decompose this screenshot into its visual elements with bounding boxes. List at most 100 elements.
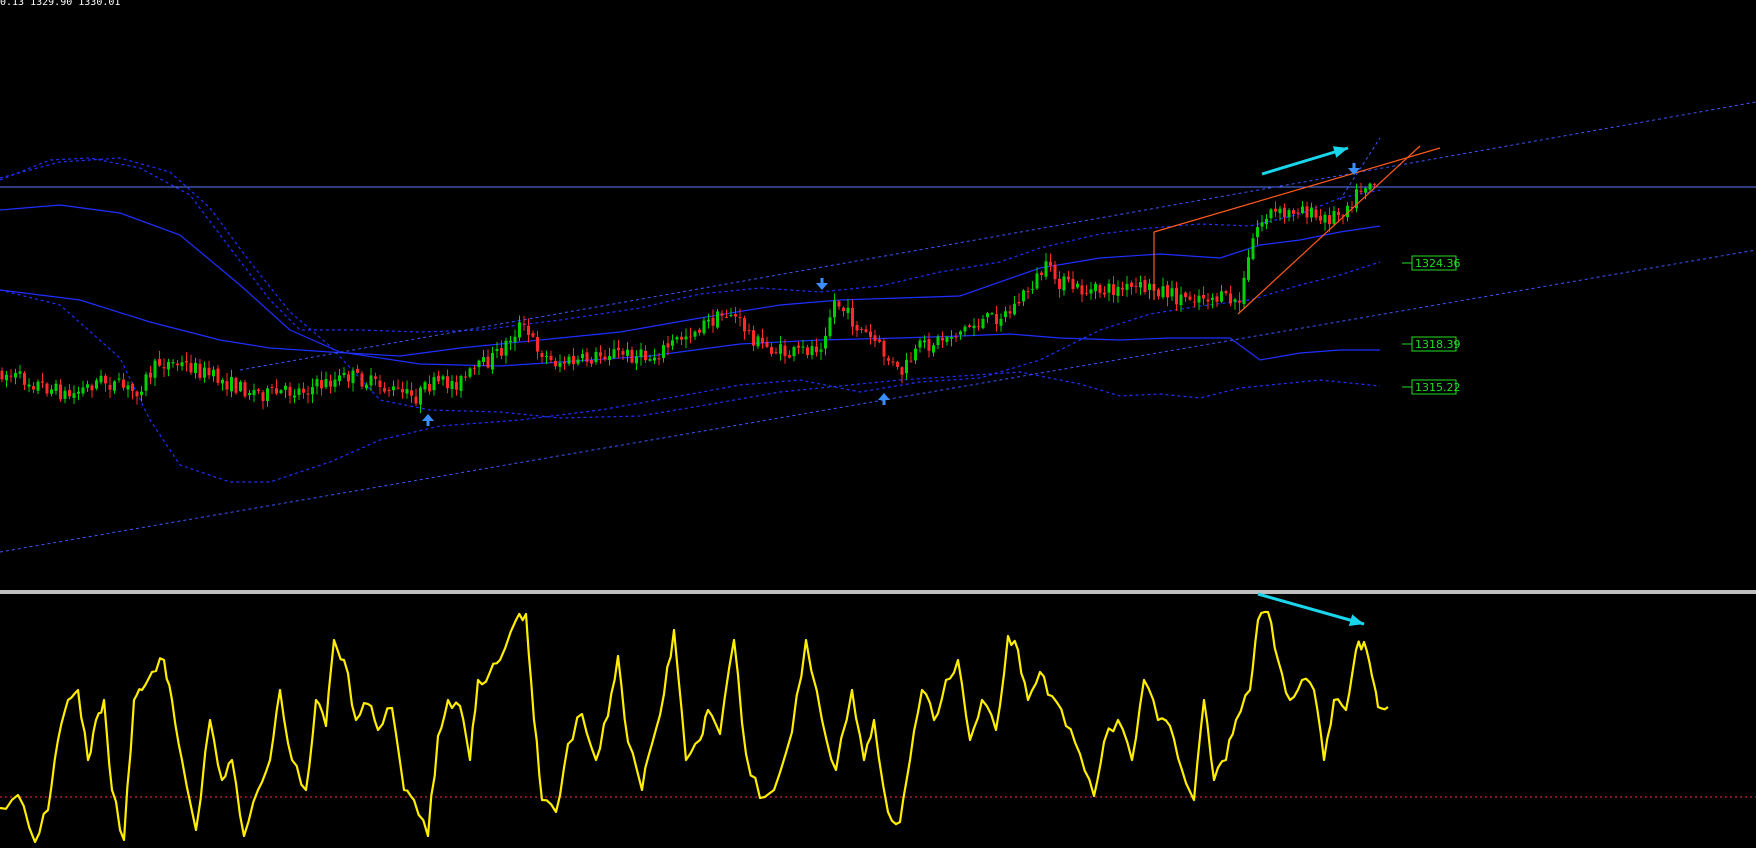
candle-body <box>135 391 139 397</box>
candle-body <box>698 329 701 333</box>
candle-body <box>1053 264 1057 280</box>
candle-body <box>608 355 611 361</box>
separator-bar <box>0 590 1756 594</box>
candle-body <box>986 313 989 318</box>
candle-body <box>396 387 400 389</box>
candle-body <box>378 380 382 388</box>
candle-body <box>968 325 971 328</box>
candle-body <box>806 347 809 355</box>
candle-body <box>311 387 314 395</box>
candle-body <box>675 337 679 340</box>
candle-body <box>306 393 310 395</box>
candle-body <box>977 326 980 328</box>
candle-body <box>702 320 706 334</box>
candle-body <box>1314 209 1318 218</box>
candle-body <box>225 381 229 390</box>
candle-body <box>1179 294 1183 306</box>
candle-body <box>774 352 778 354</box>
arrow-stem <box>882 399 886 405</box>
candle-body <box>851 307 854 327</box>
price-label-text: 1315.22 <box>1415 381 1461 394</box>
candle-body <box>648 359 652 361</box>
price-label: 1324.36 <box>1402 255 1461 271</box>
candle-body <box>419 387 422 405</box>
candle-body <box>1319 215 1322 221</box>
candle-body <box>0 370 4 380</box>
candle-body <box>756 336 760 347</box>
candle-body <box>198 363 202 378</box>
candle-body <box>1211 297 1214 300</box>
candle-body <box>81 387 85 394</box>
candle-body <box>9 375 13 377</box>
candle-body <box>531 333 535 337</box>
candle-body <box>486 356 490 368</box>
arrow-shaft <box>1257 592 1365 626</box>
candle-body <box>662 345 665 358</box>
candle-body <box>410 390 413 396</box>
candle-body <box>909 360 913 362</box>
arrow-head <box>422 414 434 421</box>
candle-body <box>671 340 674 346</box>
candle-body <box>176 363 179 366</box>
candle-body <box>1116 286 1120 296</box>
candle-body <box>450 381 454 389</box>
candle-body <box>315 379 319 387</box>
candle-body <box>824 335 827 349</box>
candle-body <box>1337 212 1340 216</box>
candle-body <box>63 390 67 399</box>
candle-body <box>837 301 841 307</box>
candle-body <box>414 396 418 404</box>
candle-body <box>1328 215 1331 225</box>
candle-body <box>518 322 521 338</box>
candle-body <box>1170 288 1174 297</box>
candle-body <box>558 362 562 367</box>
candle-body <box>32 386 35 390</box>
candle-body <box>401 388 404 393</box>
candle-body <box>18 371 22 374</box>
candle-body <box>833 300 836 318</box>
candle-body <box>707 319 710 322</box>
candle-body <box>459 375 463 391</box>
candle-body <box>1265 218 1268 225</box>
candle-body <box>455 382 458 390</box>
candle-body <box>1062 276 1066 291</box>
candle-body <box>792 347 796 357</box>
candle-body <box>45 383 49 394</box>
candle-body <box>545 355 548 357</box>
candle-body <box>405 389 409 394</box>
candle-body <box>887 358 890 361</box>
candle-body <box>716 311 719 328</box>
candle-body <box>1238 300 1241 303</box>
candle-body <box>432 377 436 391</box>
candle-body <box>1071 278 1075 289</box>
candle-body <box>212 369 215 377</box>
candle-body <box>1283 207 1286 218</box>
price-label-text: 1318.39 <box>1415 338 1461 351</box>
candle-body <box>23 373 26 385</box>
candle-body <box>1287 210 1291 218</box>
candle-body <box>603 356 607 360</box>
candle-body <box>221 379 224 384</box>
wedge-upper-line <box>1153 147 1441 233</box>
candle-body <box>810 346 814 356</box>
candle-body <box>50 389 53 394</box>
candle-body <box>981 318 985 329</box>
pane-separator[interactable] <box>0 590 1756 594</box>
candle-body <box>77 391 80 394</box>
candle-body <box>1080 285 1084 295</box>
candle-body <box>504 340 508 356</box>
candle-body <box>963 326 967 332</box>
candle-body <box>927 339 931 351</box>
candle-body <box>261 392 265 401</box>
candle-body <box>1175 287 1178 305</box>
candle-body <box>1094 283 1097 292</box>
candle-body <box>95 380 98 389</box>
candle-body <box>1008 311 1012 314</box>
candle-body <box>873 335 877 342</box>
price-labels: 1324.36 1318.39 1315.22 <box>1402 255 1461 395</box>
buy-signal-arrow <box>878 393 890 405</box>
candle-body <box>347 374 350 382</box>
candle-body <box>72 393 76 398</box>
candle-body <box>509 340 512 343</box>
candle-body <box>1022 290 1025 302</box>
